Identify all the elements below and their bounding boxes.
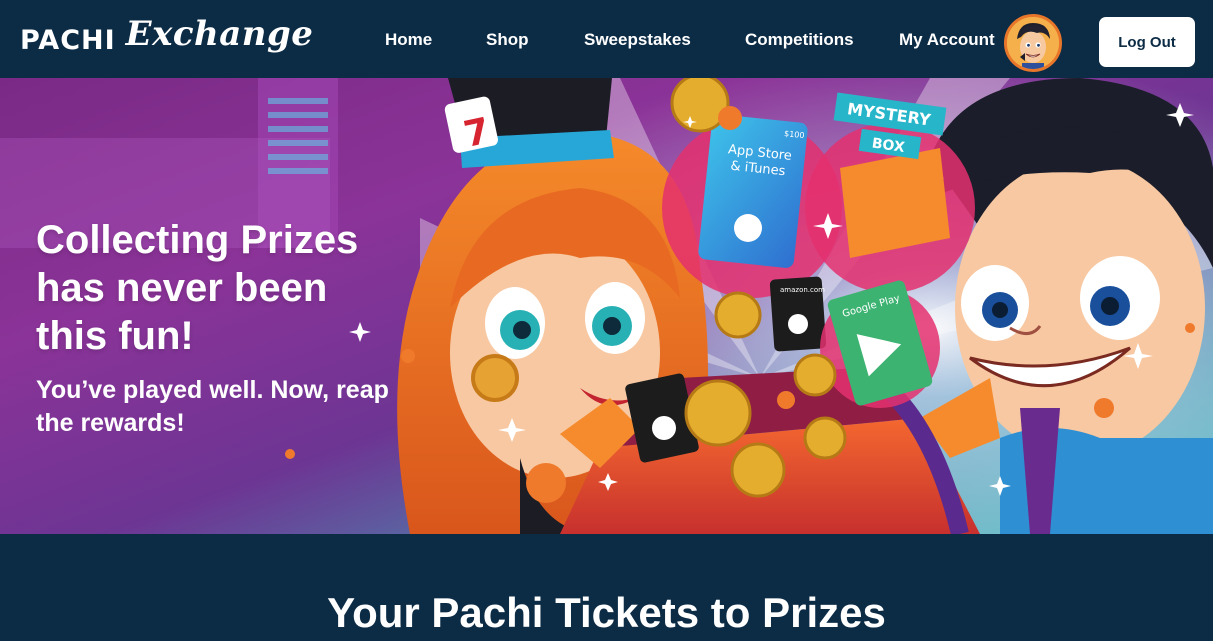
section-heading: Your Pachi Tickets to Prizes bbox=[327, 589, 886, 636]
nav-home-link[interactable]: Home bbox=[385, 30, 432, 50]
amazon-gift-card: amazon.com bbox=[769, 276, 827, 352]
hero-subtitle: You’ve played well. Now, reap the reward… bbox=[36, 376, 389, 437]
logout-button[interactable]: Log Out bbox=[1099, 17, 1195, 67]
tickets-section: Your Pachi Tickets to Prizes bbox=[0, 534, 1213, 641]
apple-icon bbox=[734, 214, 762, 242]
top-navbar: PACHI Exchange Home Shop Sweepstakes Com… bbox=[0, 0, 1213, 78]
nav-my-account-link[interactable]: My Account bbox=[899, 30, 995, 50]
avatar-character-icon bbox=[1007, 17, 1059, 69]
nav-sweepstakes-link[interactable]: Sweepstakes bbox=[584, 30, 691, 50]
nav-competitions-link[interactable]: Competitions bbox=[745, 30, 854, 50]
user-avatar[interactable] bbox=[1004, 14, 1062, 72]
amazon-card-label: amazon.com bbox=[780, 286, 825, 294]
hero-banner: 7 App Store & iTunes $100 MYSTERY BOX am… bbox=[0, 78, 1213, 534]
hero-title: Collecting Prizes has never been this fu… bbox=[36, 218, 359, 358]
nav-shop-link[interactable]: Shop bbox=[486, 30, 529, 50]
